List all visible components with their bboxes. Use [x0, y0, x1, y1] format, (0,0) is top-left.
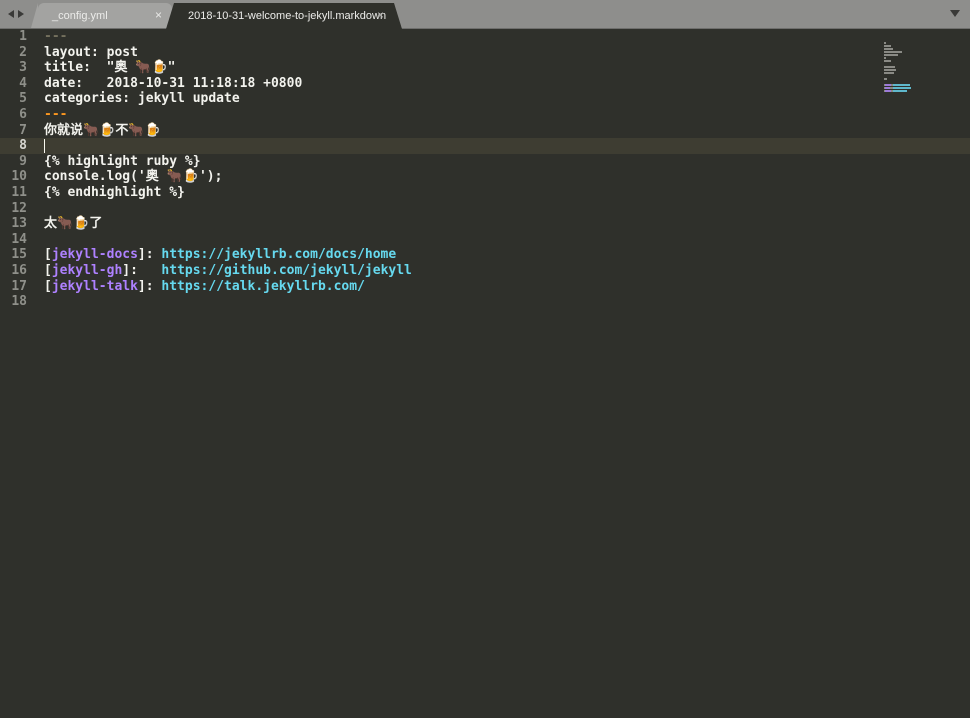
code-line[interactable]: layout: post — [44, 45, 870, 61]
code-link[interactable]: https://github.com/jekyll/jekyll — [161, 263, 411, 278]
code-token: [ — [44, 278, 52, 294]
minimap-line — [884, 47, 926, 62]
code-line[interactable] — [44, 294, 870, 310]
code-line[interactable]: 太🐂🍺了 — [44, 216, 870, 232]
close-icon[interactable]: × — [377, 8, 384, 22]
code-token: date: 2018-10-31 11:18:18 +0800 — [44, 75, 303, 91]
minimap-line — [884, 56, 926, 71]
tab-bar: _config.yml × 2018-10-31-welcome-to-jeky… — [0, 0, 970, 29]
line-number: 12 — [11, 200, 27, 216]
code-line[interactable]: [jekyll-talk]: https://talk.jekyllrb.com… — [44, 279, 870, 295]
minimap-line — [884, 77, 926, 92]
line-number: 18 — [11, 294, 27, 310]
minimap-line — [884, 38, 926, 53]
minimap-line — [884, 35, 926, 50]
code-token: 你就说🐂🍺不🐂🍺 — [44, 122, 161, 138]
line-number-gutter: 1 2 3 4 5 6 7 8 9 10 11 12 13 14 15 16 17 18 — [0, 29, 36, 310]
minimap-line — [884, 53, 926, 68]
minimap-line — [884, 32, 926, 47]
line-number: 16 — [11, 262, 27, 278]
editor-pane[interactable]: 1 2 3 4 5 6 7 8 9 10 11 12 13 14 15 16 17 18 --- layout: p… — [0, 29, 970, 718]
close-icon[interactable]: × — [155, 8, 162, 22]
line-number: 5 — [19, 91, 27, 107]
code-reference: jekyll-talk — [51, 278, 138, 294]
code-line[interactable] — [44, 232, 870, 248]
minimap-line — [884, 41, 926, 56]
code-line[interactable] — [44, 201, 870, 217]
code-link[interactable]: https://jekyllrb.com/docs/home — [161, 247, 396, 262]
code-token: console.log('奥 🐂🍺'); — [44, 169, 223, 185]
line-number: 3 — [19, 60, 27, 76]
tab-navigation — [8, 7, 24, 21]
code-token: {% endhighlight %} — [44, 184, 185, 200]
minimap-line — [884, 74, 926, 89]
code-token: [ — [44, 262, 52, 278]
code-link[interactable]: https://talk.jekyllrb.com/ — [161, 279, 365, 294]
code-line[interactable]: [jekyll-docs]: https://jekyllrb.com/docs… — [44, 247, 870, 263]
line-number: 8 — [19, 138, 27, 154]
line-number: 1 — [19, 29, 27, 44]
code-line[interactable]: 你就说🐂🍺不🐂🍺 — [44, 123, 870, 139]
line-number: 9 — [19, 153, 27, 169]
line-number: 13 — [11, 216, 27, 232]
text-cursor — [44, 139, 45, 153]
code-line[interactable]: console.log('奥 🐂🍺'); — [44, 169, 870, 185]
code-line[interactable]: date: 2018-10-31 11:18:18 +0800 — [44, 76, 870, 92]
line-number: 15 — [11, 247, 27, 263]
tab-welcome-to-jekyll[interactable]: 2018-10-31-welcome-to-jekyll.markdown × — [166, 3, 402, 29]
line-number: 2 — [19, 44, 27, 60]
line-number: 17 — [11, 278, 27, 294]
code-line[interactable] — [44, 138, 870, 154]
minimap[interactable] — [884, 29, 926, 92]
right-arrow-icon[interactable] — [18, 10, 24, 18]
minimap-line — [884, 80, 926, 82]
code-line[interactable]: [jekyll-gh]: https://github.com/jekyll/j… — [44, 263, 870, 279]
line-number: 11 — [11, 184, 27, 200]
code-line[interactable]: title: "奥 🐂🍺" — [44, 60, 870, 76]
code-reference: jekyll-docs — [51, 247, 138, 263]
line-number: 6 — [19, 106, 27, 122]
code-token: ]: — [137, 247, 162, 263]
code-token: ]: — [122, 262, 162, 278]
tab-label: _config.yml — [52, 9, 108, 22]
minimap-line — [884, 71, 926, 86]
code-reference: jekyll-gh — [51, 262, 123, 278]
code-token: --- — [44, 106, 68, 122]
code-token: {% highlight ruby %} — [44, 153, 201, 169]
code-area[interactable]: --- layout: post title: "奥 🐂🍺" date: 2018-1… — [44, 29, 870, 310]
code-token: --- — [44, 29, 68, 44]
line-number: 7 — [19, 122, 27, 138]
code-token: categories: jekyll update — [44, 91, 240, 107]
code-token: [ — [44, 247, 52, 263]
code-line[interactable]: {% highlight ruby %} — [44, 154, 870, 170]
line-number: 4 — [19, 75, 27, 91]
code-token: 太🐂🍺了 — [44, 216, 103, 232]
code-line[interactable]: --- — [44, 29, 870, 45]
minimap-line — [884, 62, 926, 64]
tab-config-yml[interactable]: _config.yml × — [31, 3, 172, 28]
code-token: title: "奥 🐂🍺" — [44, 60, 176, 76]
code-token: layout: post — [44, 44, 138, 60]
line-number: 10 — [11, 169, 27, 185]
code-line[interactable]: categories: jekyll update — [44, 91, 870, 107]
code-line[interactable]: {% endhighlight %} — [44, 185, 870, 201]
minimap-line — [884, 59, 926, 74]
tab-label: 2018-10-31-welcome-to-jekyll.markdown — [188, 10, 387, 22]
dropdown-arrow-icon[interactable] — [950, 10, 960, 17]
code-line[interactable]: --- — [44, 107, 870, 123]
line-number: 14 — [11, 231, 27, 247]
code-token: ]: — [137, 278, 162, 294]
minimap-line — [884, 29, 926, 44]
left-arrow-icon[interactable] — [8, 10, 14, 18]
